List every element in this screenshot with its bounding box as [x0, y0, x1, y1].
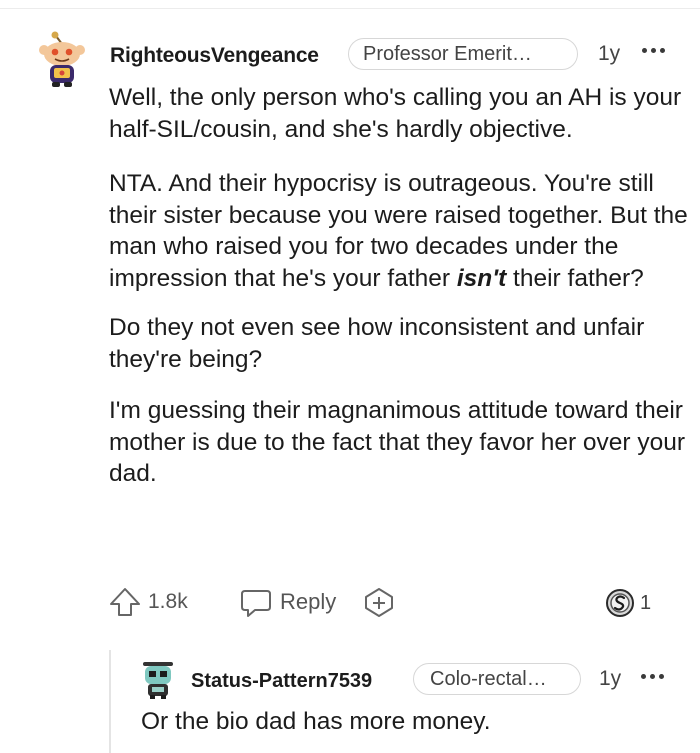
user-flair: Professor Emerit…	[348, 38, 578, 70]
comment-header: RighteousVengeance Professor Emerit… 1y	[36, 30, 676, 87]
reply-header: Status-Pattern7539 Colo-rectal… 1y	[140, 660, 680, 704]
more-options-icon[interactable]	[640, 40, 668, 64]
comment-paragraph: NTA. And their hypocrisy is outrageous. …	[109, 168, 689, 294]
award-count: 1	[640, 592, 652, 614]
comment-action-bar: 1.8k Reply 1	[108, 584, 668, 620]
comment-age: 1y	[598, 42, 621, 65]
silver-award-icon[interactable]	[604, 587, 638, 619]
upvote-arrow-icon[interactable]	[108, 586, 142, 618]
reply-avatar-icon[interactable]	[140, 660, 176, 700]
thread-line[interactable]	[109, 650, 111, 753]
add-award-icon[interactable]	[362, 586, 396, 618]
comment-paragraph: Well, the only person who's calling you …	[109, 84, 682, 143]
reply-button[interactable]: Reply	[240, 586, 350, 618]
reply-age: 1y	[599, 667, 622, 690]
snoo-avatar-icon[interactable]	[36, 30, 88, 88]
reply-label: Reply	[280, 589, 337, 614]
top-divider	[0, 0, 700, 9]
reply-body: Or the bio dad has more money.	[141, 708, 491, 735]
comment-paragraph: I'm guessing their magnanimous attitude …	[109, 397, 686, 487]
comment-body: Well, the only person who's calling you …	[109, 82, 689, 508]
vote-score: 1.8k	[148, 590, 188, 613]
reply-user-flair: Colo-rectal…	[413, 663, 581, 695]
paragraph-text: their father?	[506, 264, 644, 292]
reply-bubble-icon	[240, 588, 272, 618]
reply-username[interactable]: Status-Pattern7539	[191, 670, 372, 693]
comment-username[interactable]: RighteousVengeance	[110, 44, 319, 68]
comment-paragraph: Do they not even see how inconsistent an…	[109, 314, 645, 373]
emphasized-text: isn't	[456, 264, 507, 292]
more-options-icon[interactable]	[639, 666, 667, 690]
